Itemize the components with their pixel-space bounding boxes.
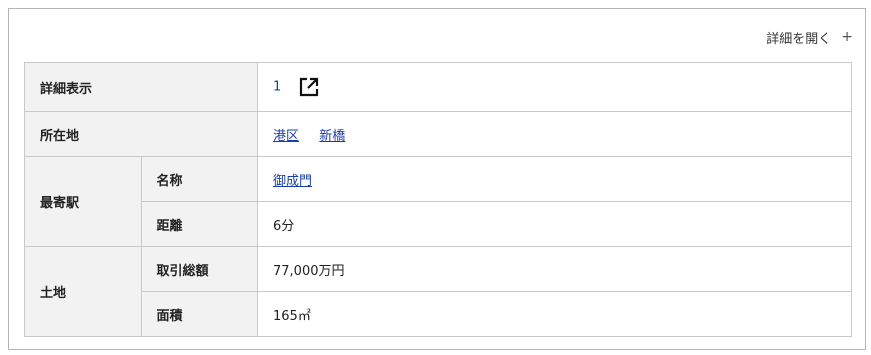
detail-count[interactable]: 1 bbox=[273, 80, 281, 95]
area-value: 165㎡ bbox=[257, 291, 852, 337]
external-link-icon[interactable] bbox=[299, 77, 319, 97]
area-header: 面積 bbox=[140, 291, 258, 337]
location-cell: 港区 新橋 bbox=[257, 111, 852, 157]
nearest-station-header: 最寄駅 bbox=[24, 156, 142, 247]
total-price-header: 取引総額 bbox=[140, 246, 258, 292]
total-price-value: 77,000万円 bbox=[257, 246, 852, 292]
distance-header: 距離 bbox=[140, 201, 258, 247]
table-row: 面積 165㎡ bbox=[25, 291, 852, 337]
station-name-cell: 御成門 bbox=[257, 156, 852, 202]
detail-view-cell: 1 bbox=[257, 62, 852, 112]
distance-value: 6分 bbox=[257, 201, 852, 247]
table-row: 土地 取引総額 77,000万円 bbox=[24, 246, 852, 337]
detail-view-header: 詳細表示 bbox=[24, 62, 258, 112]
ward-link[interactable]: 港区 bbox=[273, 129, 299, 144]
plus-icon: + bbox=[841, 29, 853, 45]
expand-details-label: 詳細を開く bbox=[766, 31, 832, 47]
area-link[interactable]: 新橋 bbox=[319, 129, 345, 144]
detail-table: 詳細表示 1 所在地 港区 新橋 最寄駅 名称 御成門 距離 6分 土地 取引総… bbox=[24, 62, 852, 337]
expand-details-toggle[interactable]: 詳細を開く + bbox=[766, 27, 853, 47]
table-row: 距離 6分 bbox=[25, 201, 852, 247]
table-row: 最寄駅 名称 御成門 bbox=[24, 156, 852, 247]
table-row: 所在地 港区 新橋 bbox=[24, 111, 852, 157]
property-detail-panel: 詳細を開く + 詳細表示 1 所在地 港区 新橋 最寄駅 名称 御成門 距離 6… bbox=[8, 8, 866, 350]
station-name-header: 名称 bbox=[140, 156, 258, 202]
table-row: 詳細表示 1 bbox=[24, 62, 852, 112]
land-header: 土地 bbox=[24, 246, 142, 337]
station-link[interactable]: 御成門 bbox=[273, 174, 312, 189]
location-header: 所在地 bbox=[24, 111, 258, 157]
